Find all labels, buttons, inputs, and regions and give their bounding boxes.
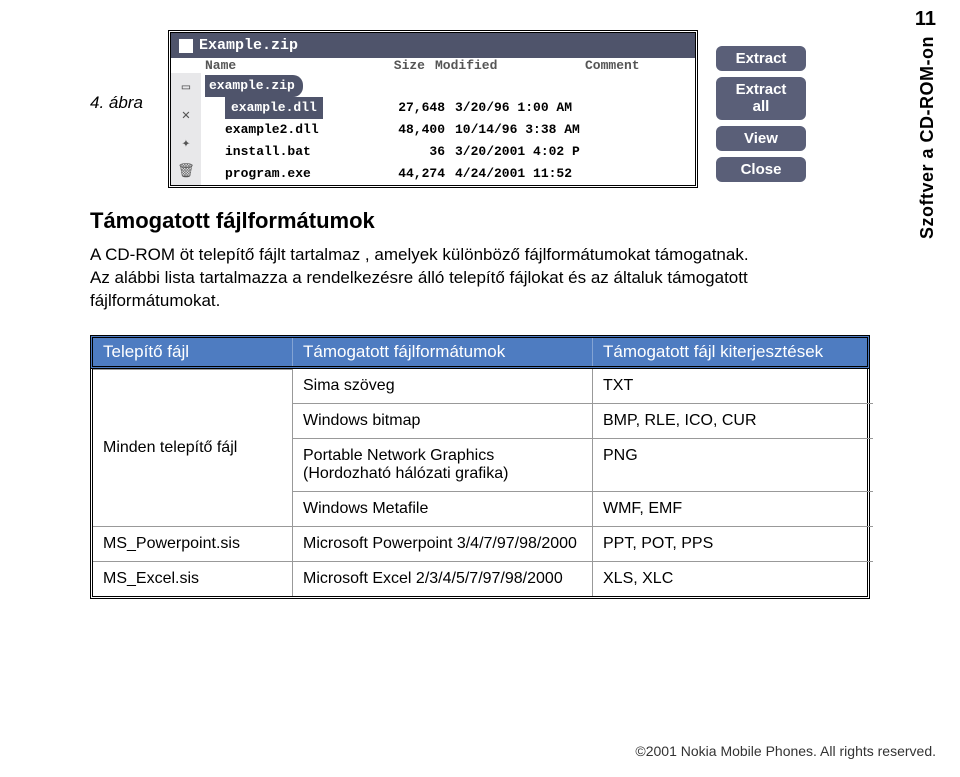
archive-window: Example.zip Name Size Modified Comment ▭…: [168, 30, 698, 188]
cell-ext: PNG: [593, 438, 873, 491]
cell-ext: TXT: [593, 369, 873, 403]
page-number: 11: [915, 8, 936, 31]
group-rows: Microsoft Excel 2/3/4/5/7/97/98/2000 XLS…: [293, 561, 873, 596]
file-name: example2.dll: [225, 119, 385, 141]
trash-icon[interactable]: 🗑: [178, 163, 194, 179]
figure-label: 4. ábra: [90, 93, 150, 125]
sort-icon[interactable]: ▭: [178, 79, 194, 95]
formats-table: Telepítő fájl Támogatott fájlformátumok …: [90, 335, 870, 599]
group-label: Minden telepítő fájl: [93, 369, 293, 526]
cell-ext: WMF, EMF: [593, 491, 873, 526]
close-button[interactable]: Close: [716, 157, 806, 182]
list-item[interactable]: example.zip: [205, 75, 695, 97]
file-size: 36: [385, 141, 455, 163]
key-icon[interactable]: ✦: [178, 135, 194, 151]
col-modified[interactable]: Modified: [435, 58, 585, 73]
archive-title-bar: Example.zip: [171, 33, 695, 58]
table-row: Windows Metafile WMF, EMF: [293, 491, 873, 526]
cell-ext: XLS, XLC: [593, 561, 873, 596]
list-item[interactable]: install.bat 36 3/20/2001 4:02 P: [205, 141, 695, 163]
th-installer: Telepítő fájl: [93, 338, 293, 366]
file-modified: 3/20/96 1:00 AM: [455, 97, 605, 119]
page-content: 4. ábra Example.zip Name Size Modified C…: [0, 0, 960, 609]
cell-format: Microsoft Powerpoint 3/4/7/97/98/2000: [293, 526, 593, 561]
extract-all-l2: all: [728, 98, 794, 115]
table-group: MS_Powerpoint.sis Microsoft Powerpoint 3…: [93, 526, 867, 561]
th-formats: Támogatott fájlformátumok: [293, 338, 593, 366]
tool-icon[interactable]: ✕: [178, 107, 194, 123]
cell-format: Microsoft Excel 2/3/4/5/7/97/98/2000: [293, 561, 593, 596]
disk-icon: [179, 39, 193, 53]
archive-columns: Name Size Modified Comment: [171, 58, 695, 73]
list-item[interactable]: program.exe 44,274 4/24/2001 11:52: [205, 163, 695, 185]
file-name: install.bat: [225, 141, 385, 163]
extract-all-l1: Extract: [728, 81, 794, 98]
cell-ext: BMP, RLE, ICO, CUR: [593, 403, 873, 438]
cell-format: Portable Network Graphics (Hordozható há…: [293, 438, 593, 491]
th-extensions: Támogatott fájl kiterjesztések: [593, 338, 873, 366]
section-paragraph: A CD-ROM öt telepítő fájlt tartalmaz , a…: [90, 244, 770, 313]
table-row: Portable Network Graphics (Hordozható há…: [293, 438, 873, 491]
list-item[interactable]: example.dll 27,648 3/20/96 1:00 AM: [205, 97, 695, 119]
cell-format: Windows bitmap: [293, 403, 593, 438]
cell-format: Sima szöveg: [293, 369, 593, 403]
file-size: 44,274: [385, 163, 455, 185]
file-name: example.zip: [205, 75, 303, 97]
archive-sidebar: ▭ ✕ ✦ 🗑: [171, 73, 201, 185]
table-row: Windows bitmap BMP, RLE, ICO, CUR: [293, 403, 873, 438]
file-modified: 3/20/2001 4:02 P: [455, 141, 605, 163]
archive-buttons: Extract Extract all View Close: [716, 46, 806, 188]
section-title: Támogatott fájlformátumok: [90, 208, 870, 234]
file-size: 48,400: [385, 119, 455, 141]
file-size: 27,648: [385, 97, 455, 119]
table-group: MS_Excel.sis Microsoft Excel 2/3/4/5/7/9…: [93, 561, 867, 596]
figure-row: 4. ábra Example.zip Name Size Modified C…: [90, 30, 870, 188]
group-label: MS_Powerpoint.sis: [93, 526, 293, 561]
table-header: Telepítő fájl Támogatott fájlformátumok …: [90, 335, 870, 369]
side-label: Szoftver a CD-ROM-on: [917, 36, 938, 239]
view-button[interactable]: View: [716, 126, 806, 151]
file-size: [365, 75, 435, 97]
file-modified: [435, 75, 585, 97]
table-row: Microsoft Excel 2/3/4/5/7/97/98/2000 XLS…: [293, 561, 873, 596]
col-name[interactable]: Name: [205, 58, 365, 73]
extract-button[interactable]: Extract: [716, 46, 806, 71]
table-row: Sima szöveg TXT: [293, 369, 873, 403]
col-size[interactable]: Size: [365, 58, 435, 73]
table-body: Minden telepítő fájl Sima szöveg TXT Win…: [90, 369, 870, 599]
archive-title: Example.zip: [199, 37, 298, 54]
copyright-footer: ©2001 Nokia Mobile Phones. All rights re…: [635, 743, 936, 759]
group-rows: Microsoft Powerpoint 3/4/7/97/98/2000 PP…: [293, 526, 873, 561]
cell-ext: PPT, POT, PPS: [593, 526, 873, 561]
archive-rows: example.zip example.dll 27,648 3/20/96 1…: [201, 73, 695, 185]
archive-body: ▭ ✕ ✦ 🗑 example.zip example.dll 27,648 3…: [171, 73, 695, 185]
cell-format: Windows Metafile: [293, 491, 593, 526]
file-name: program.exe: [225, 163, 385, 185]
group-label: MS_Excel.sis: [93, 561, 293, 596]
col-comment[interactable]: Comment: [585, 58, 675, 73]
file-name: example.dll: [225, 97, 323, 119]
extract-all-button[interactable]: Extract all: [716, 77, 806, 120]
table-group: Minden telepítő fájl Sima szöveg TXT Win…: [93, 369, 867, 526]
table-row: Microsoft Powerpoint 3/4/7/97/98/2000 PP…: [293, 526, 873, 561]
file-modified: 4/24/2001 11:52: [455, 163, 605, 185]
list-item[interactable]: example2.dll 48,400 10/14/96 3:38 AM: [205, 119, 695, 141]
file-modified: 10/14/96 3:38 AM: [455, 119, 605, 141]
group-rows: Sima szöveg TXT Windows bitmap BMP, RLE,…: [293, 369, 873, 526]
